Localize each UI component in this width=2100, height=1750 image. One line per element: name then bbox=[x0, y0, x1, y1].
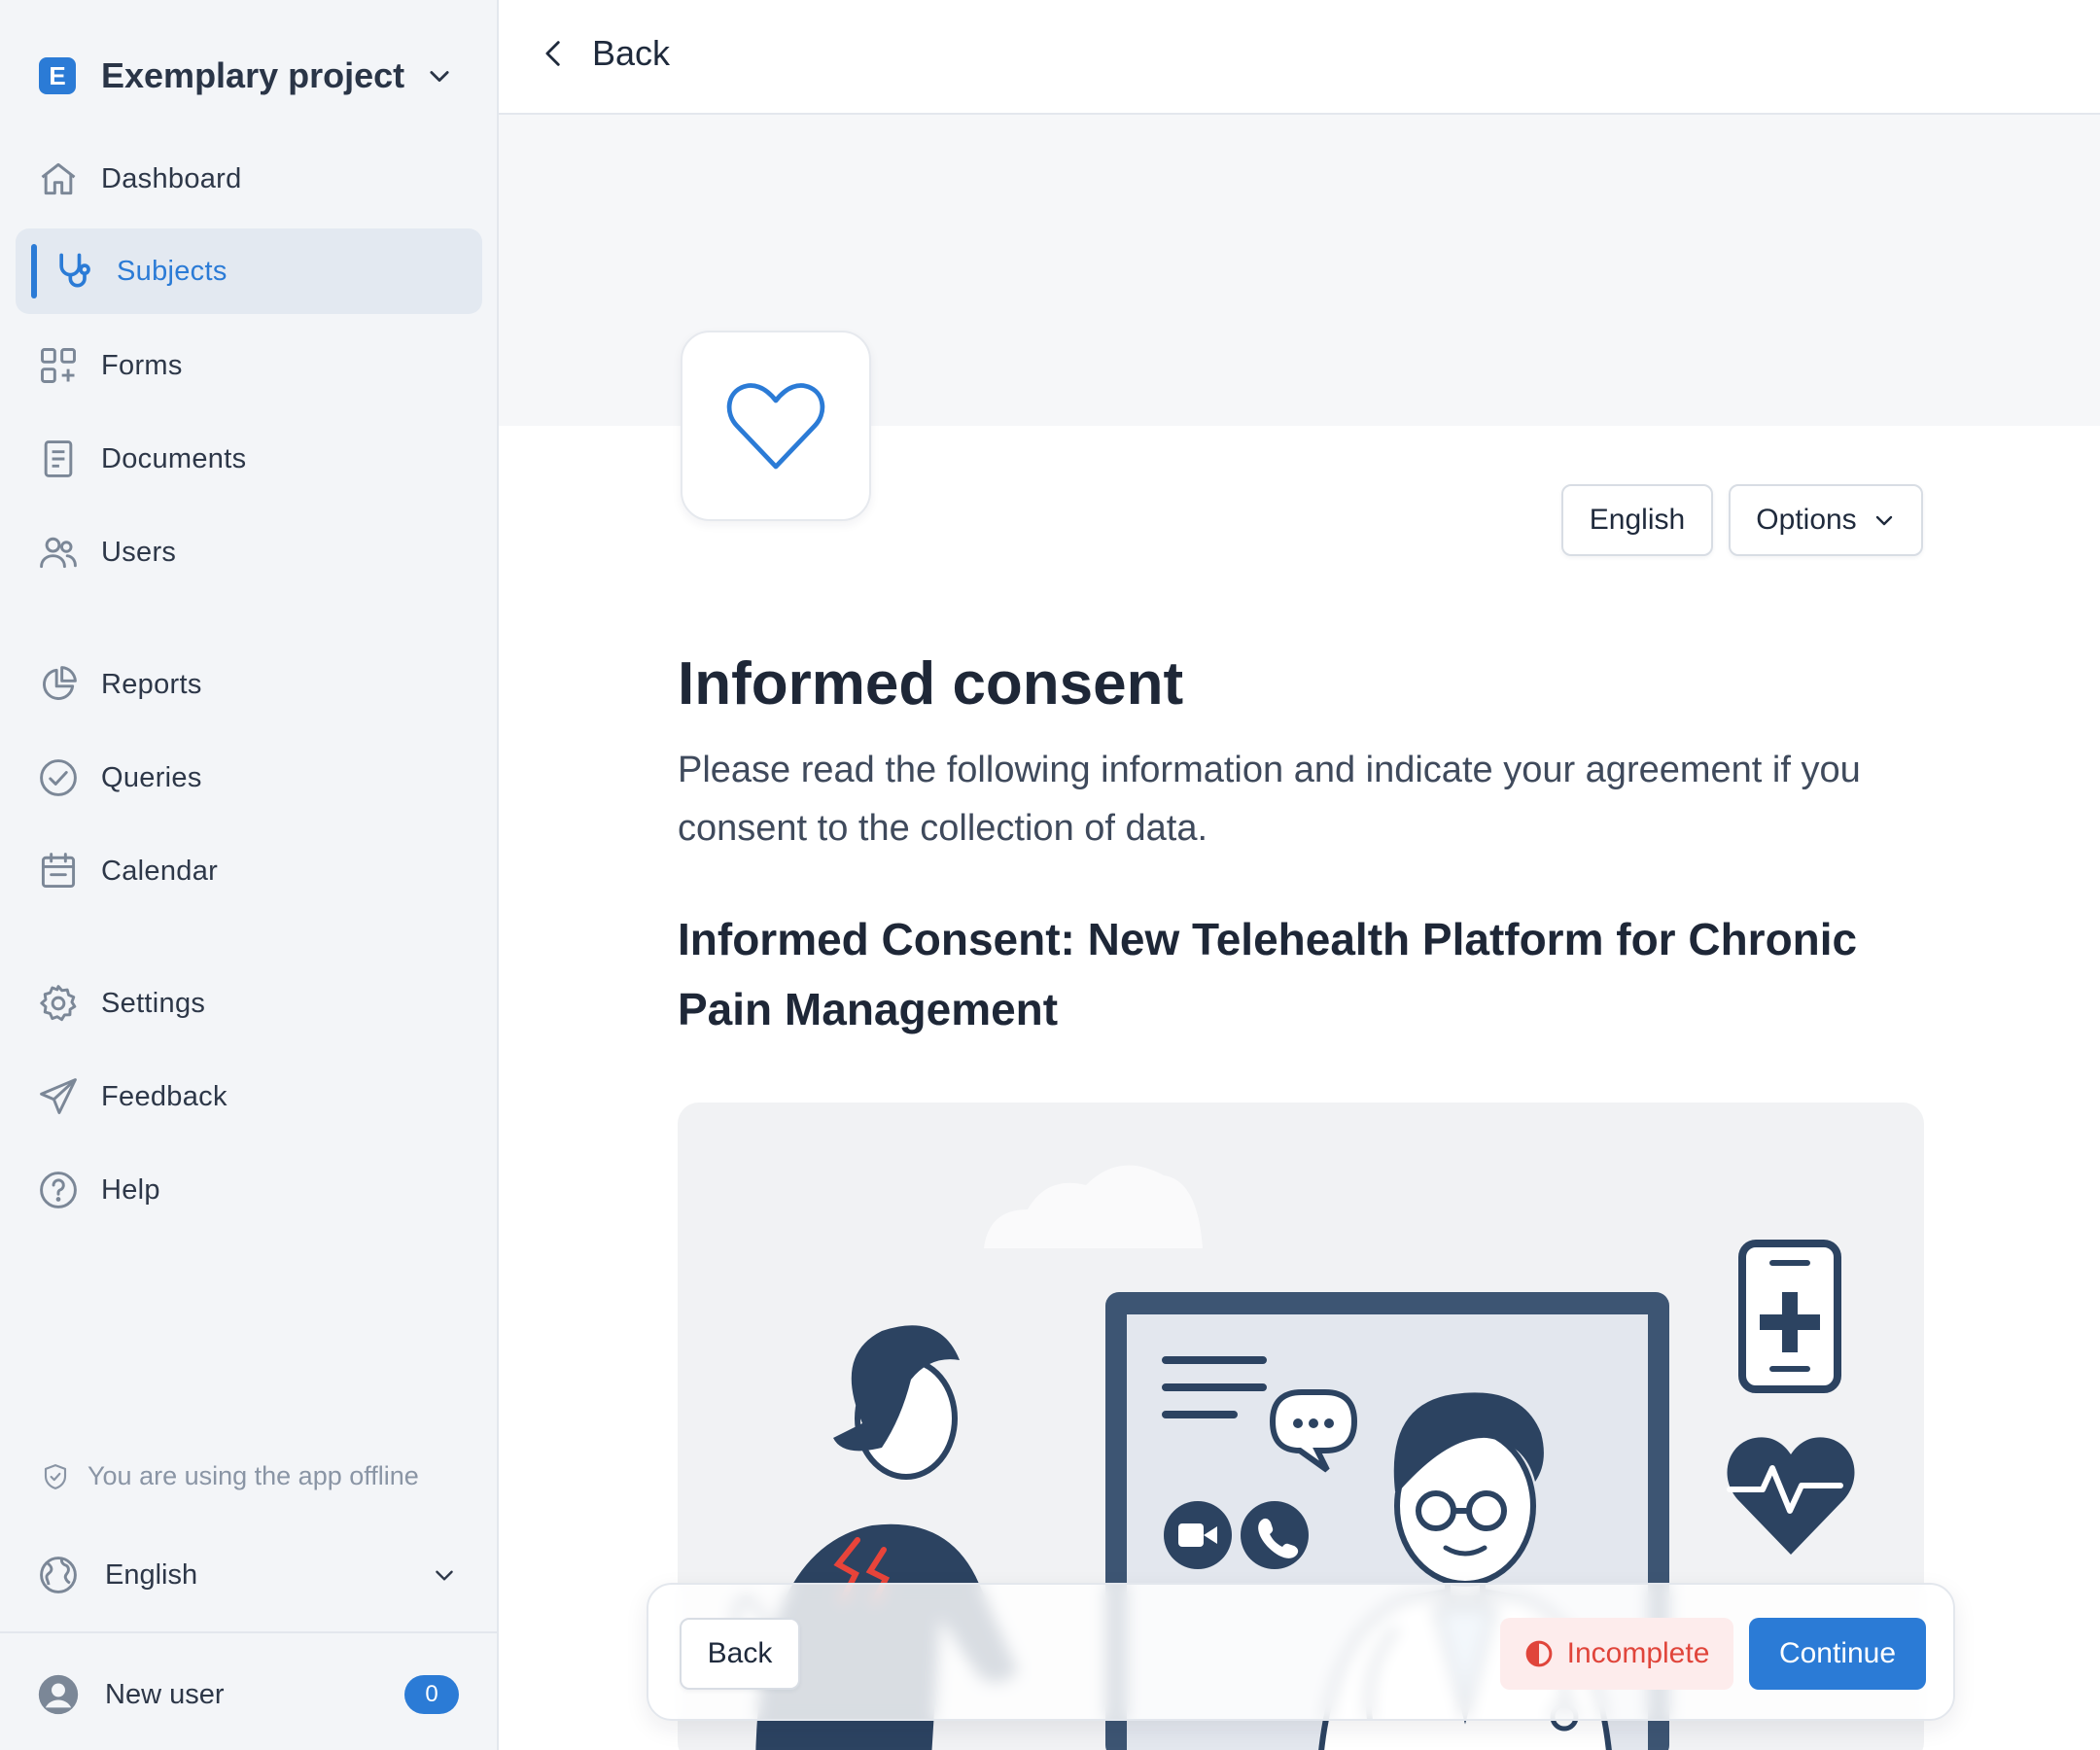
document-title: Informed Consent: New Telehealth Platfor… bbox=[678, 914, 1858, 1034]
active-indicator bbox=[31, 244, 37, 298]
heart-icon bbox=[726, 383, 825, 470]
offline-notice: You are using the app offline bbox=[41, 1461, 419, 1491]
phone-call-icon bbox=[1241, 1501, 1309, 1569]
sidebar-item-label: Forms bbox=[101, 349, 183, 381]
sidebar-item-feedback[interactable]: Feedback bbox=[16, 1054, 482, 1139]
form-action-bar: Back Incomplete Continue bbox=[647, 1583, 1955, 1721]
sidebar-item-label: Feedback bbox=[101, 1080, 228, 1112]
continue-button-label: Continue bbox=[1778, 1637, 1897, 1669]
sidebar-item-label: Documents bbox=[101, 442, 247, 474]
mobile-health-icon bbox=[1738, 1240, 1841, 1393]
sidebar-item-settings[interactable]: Settings bbox=[16, 961, 482, 1046]
sidebar-item-queries[interactable]: Queries bbox=[16, 735, 482, 821]
chevron-down-icon bbox=[436, 1570, 453, 1581]
back-button-label: Back bbox=[707, 1637, 773, 1669]
language-select[interactable]: English bbox=[37, 1551, 465, 1599]
grid-plus-icon bbox=[41, 348, 76, 383]
top-bar: Back bbox=[499, 0, 2100, 115]
options-button[interactable]: Options bbox=[1729, 484, 1923, 556]
sidebar-item-documents[interactable]: Documents bbox=[16, 416, 482, 502]
users-icon bbox=[40, 537, 77, 569]
calendar-icon bbox=[41, 853, 76, 889]
sidebar-item-label: Calendar bbox=[101, 855, 219, 887]
sidebar-item-label: Reports bbox=[101, 668, 202, 700]
status-badge: Incomplete bbox=[1500, 1618, 1733, 1690]
sidebar-divider bbox=[0, 1631, 499, 1633]
user-name: New user bbox=[105, 1678, 225, 1710]
sidebar-item-label: Subjects bbox=[117, 255, 228, 287]
continue-button[interactable]: Continue bbox=[1749, 1618, 1926, 1690]
form-icon-tile bbox=[681, 331, 871, 521]
sidebar-item-users[interactable]: Users bbox=[16, 509, 482, 595]
project-switcher[interactable]: E Exemplary project bbox=[39, 54, 453, 97]
sidebar-item-label: Help bbox=[101, 1173, 160, 1206]
notification-count-badge[interactable]: 0 bbox=[404, 1675, 459, 1714]
shield-check-icon bbox=[44, 1463, 67, 1489]
offline-text: You are using the app offline bbox=[88, 1461, 419, 1490]
pie-chart-icon bbox=[43, 666, 77, 700]
sidebar-item-label: Users bbox=[101, 536, 177, 568]
user-menu[interactable]: New user 0 bbox=[37, 1670, 465, 1719]
back-button[interactable]: Back bbox=[680, 1618, 800, 1690]
sidebar-item-label: Settings bbox=[101, 987, 206, 1019]
options-button-label: Options bbox=[1756, 504, 1857, 536]
sidebar-item-label: Queries bbox=[101, 761, 202, 793]
page-intro: Please read the following information an… bbox=[678, 750, 1861, 849]
sidebar-item-label: Dashboard bbox=[101, 162, 242, 194]
page-title: Informed consent bbox=[678, 650, 1184, 718]
chevron-down-icon bbox=[430, 71, 449, 83]
back-link[interactable]: Back bbox=[538, 33, 670, 74]
question-circle-icon bbox=[40, 1172, 77, 1208]
language-label: English bbox=[105, 1558, 198, 1591]
globe-icon bbox=[40, 1557, 77, 1593]
video-call-icon bbox=[1164, 1501, 1232, 1569]
language-button[interactable]: English bbox=[1561, 484, 1713, 556]
avatar bbox=[38, 1674, 79, 1715]
document-icon bbox=[44, 440, 73, 477]
back-label: Back bbox=[592, 33, 671, 73]
paper-plane-icon bbox=[40, 1078, 77, 1114]
check-circle-icon bbox=[40, 759, 77, 796]
chevron-left-icon bbox=[545, 41, 560, 66]
status-label: Incomplete bbox=[1566, 1637, 1710, 1669]
home-icon bbox=[41, 162, 76, 195]
sidebar-item-subjects[interactable]: Subjects bbox=[16, 228, 482, 314]
gear-icon bbox=[40, 985, 77, 1022]
stethoscope-icon bbox=[59, 253, 90, 288]
sidebar-item-dashboard[interactable]: Dashboard bbox=[16, 136, 482, 222]
chevron-down-icon bbox=[1875, 515, 1892, 526]
sidebar-item-help[interactable]: Help bbox=[16, 1147, 482, 1233]
project-name: Exemplary project bbox=[101, 55, 405, 95]
project-badge: E bbox=[39, 57, 76, 94]
heart-pulse-icon bbox=[1727, 1437, 1855, 1555]
sidebar-item-forms[interactable]: Forms bbox=[16, 323, 482, 408]
half-circle-icon bbox=[1525, 1640, 1552, 1667]
sidebar-item-reports[interactable]: Reports bbox=[16, 642, 482, 727]
sidebar-item-calendar[interactable]: Calendar bbox=[16, 828, 482, 914]
cloud-shape bbox=[984, 1165, 1203, 1248]
sidebar: E Exemplary project Dashboard Subjects F… bbox=[0, 0, 499, 1750]
language-button-label: English bbox=[1589, 504, 1686, 536]
